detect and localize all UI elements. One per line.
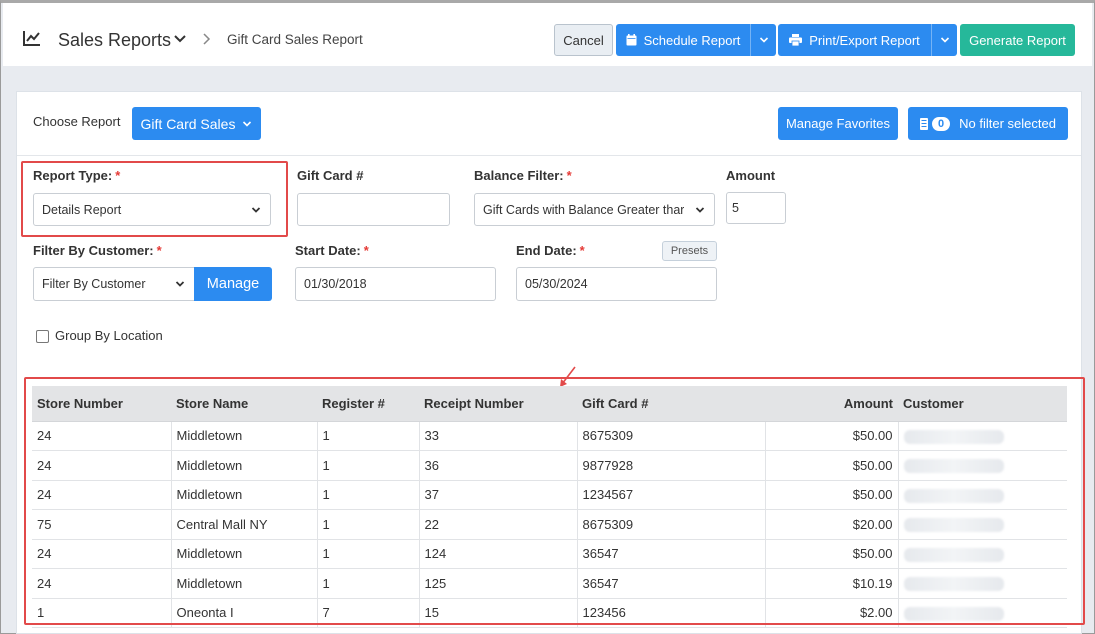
schedule-report-label: Schedule Report bbox=[643, 32, 741, 48]
filter-customer-select[interactable]: Filter By Customer bbox=[33, 267, 195, 301]
report-selector-label: Gift Card Sales bbox=[140, 115, 236, 132]
amount-input[interactable]: 5 bbox=[726, 192, 786, 224]
chevron-down-icon bbox=[243, 120, 252, 127]
schedule-report-button[interactable]: Schedule Report bbox=[616, 24, 776, 56]
chevron-down-icon bbox=[759, 37, 768, 43]
cancel-button[interactable]: Cancel bbox=[554, 24, 613, 56]
schedule-dropdown-toggle[interactable] bbox=[750, 24, 776, 56]
filter-status-label: No filter selected bbox=[959, 116, 1056, 131]
chevron-right-icon bbox=[203, 33, 211, 45]
report-type-highlight bbox=[21, 161, 288, 237]
manage-customer-button[interactable]: Manage bbox=[194, 267, 272, 301]
start-date-input[interactable]: 01/30/2018 bbox=[295, 267, 496, 301]
page-header: Sales Reports Gift Card Sales Report Can… bbox=[3, 3, 1092, 66]
start-date-label: Start Date: * bbox=[295, 243, 369, 258]
group-by-location-label[interactable]: Group By Location bbox=[55, 328, 163, 343]
calendar-icon bbox=[626, 34, 637, 46]
breadcrumb: Gift Card Sales Report bbox=[227, 32, 363, 47]
gift-card-label: Gift Card # bbox=[297, 168, 364, 183]
balance-filter-select[interactable]: Gift Cards with Balance Greater thar bbox=[474, 193, 715, 226]
table-highlight bbox=[24, 377, 1085, 625]
filter-count-badge: 0 bbox=[932, 116, 951, 131]
balance-filter-label: Balance Filter: * bbox=[474, 168, 572, 183]
report-selector-button[interactable]: Gift Card Sales bbox=[132, 107, 261, 140]
panel-divider bbox=[17, 155, 1081, 156]
generate-report-button[interactable]: Generate Report bbox=[960, 24, 1075, 56]
page-title[interactable]: Sales Reports bbox=[58, 30, 171, 51]
print-export-label: Print/Export Report bbox=[809, 32, 920, 48]
choose-report-label: Choose Report bbox=[33, 114, 121, 129]
presets-button[interactable]: Presets bbox=[662, 241, 717, 261]
chevron-down-icon[interactable] bbox=[173, 32, 187, 46]
filter-list-icon bbox=[920, 117, 929, 130]
chevron-down-icon bbox=[695, 207, 705, 213]
chevron-down-icon bbox=[175, 281, 185, 287]
end-date-label: End Date: * bbox=[516, 243, 585, 258]
filter-customer-label: Filter By Customer: * bbox=[33, 243, 162, 258]
printer-icon bbox=[789, 34, 803, 46]
end-date-input[interactable]: 05/30/2024 bbox=[516, 267, 717, 301]
gift-card-input[interactable] bbox=[297, 193, 450, 226]
chevron-down-icon bbox=[940, 37, 949, 43]
manage-favorites-button[interactable]: Manage Favorites bbox=[778, 107, 898, 140]
print-export-button[interactable]: Print/Export Report bbox=[778, 24, 957, 56]
amount-label: Amount bbox=[726, 168, 776, 183]
line-chart-icon bbox=[23, 31, 40, 46]
group-by-location-checkbox[interactable] bbox=[36, 330, 49, 343]
filter-status-button[interactable]: 0 No filter selected bbox=[908, 107, 1068, 140]
print-export-dropdown-toggle[interactable] bbox=[931, 24, 957, 56]
